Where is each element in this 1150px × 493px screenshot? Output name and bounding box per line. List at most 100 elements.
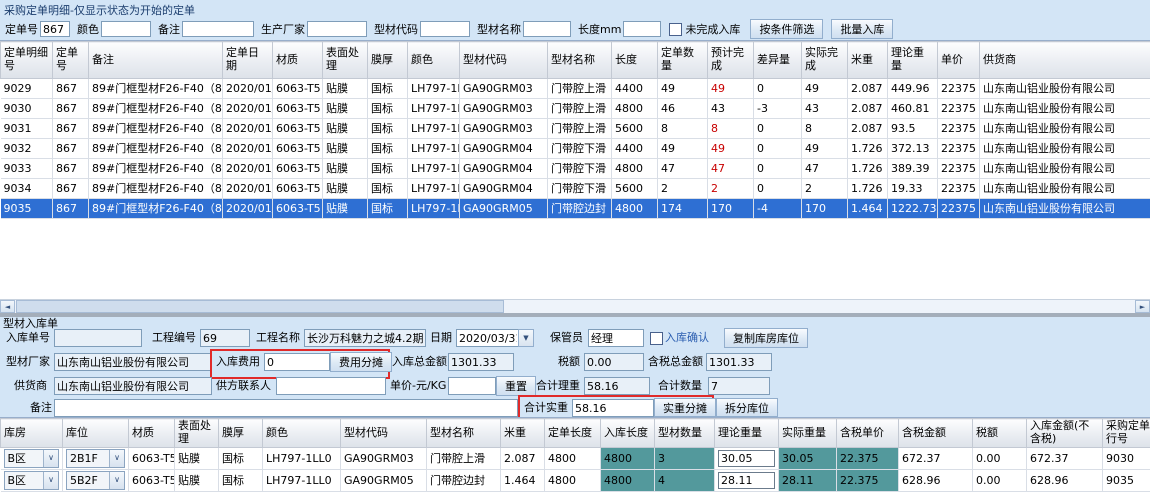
table-row[interactable]: 903386789#门框型材F26-F40（866*867）2020/01/13… [1, 159, 1150, 179]
column-header[interactable]: 实际重量 [779, 419, 837, 448]
column-header[interactable]: 库位 [63, 419, 129, 448]
dropdown-arrow-icon[interactable]: ∨ [109, 450, 124, 467]
column-header[interactable]: 税额 [973, 419, 1027, 448]
cell[interactable]: 2B1F∨ [63, 448, 129, 470]
scrollbar-thumb[interactable] [16, 300, 504, 313]
combo-select[interactable]: 5B2F∨ [66, 471, 125, 490]
column-header[interactable]: 入库金额(不含税) [1027, 419, 1103, 448]
cell[interactable]: B区∨ [1, 470, 63, 492]
cell[interactable]: 28.11 [715, 470, 779, 492]
length-input[interactable] [623, 21, 661, 37]
profile-name-input[interactable] [523, 21, 571, 37]
project-name-field[interactable] [304, 329, 426, 347]
manufacturer-input[interactable] [307, 21, 367, 37]
form-remark-field[interactable] [54, 399, 518, 417]
column-header[interactable]: 入库长度 [601, 419, 655, 448]
column-header[interactable]: 备注 [89, 42, 223, 79]
column-header[interactable]: 膜厚 [219, 419, 263, 448]
table-row[interactable]: 903486789#门框型材F26-F40（866*867）2020/01/13… [1, 179, 1150, 199]
split-location-button[interactable]: 拆分库位 [716, 398, 778, 417]
column-header[interactable]: 理论重量 [888, 42, 938, 79]
profile-code-input[interactable] [420, 21, 470, 37]
dropdown-arrow-icon[interactable]: ∨ [43, 472, 58, 489]
column-header[interactable]: 材质 [129, 419, 175, 448]
tax-field[interactable] [584, 353, 644, 371]
cell[interactable]: B区∨ [1, 448, 63, 470]
color-input[interactable] [101, 21, 151, 37]
date-field[interactable] [456, 329, 520, 347]
column-header[interactable]: 差异量 [754, 42, 802, 79]
table-row[interactable]: 903186789#门框型材F26-F40（866*867）2020/01/13… [1, 119, 1150, 139]
cell[interactable]: 30.05 [715, 448, 779, 470]
column-header[interactable]: 采购定单行号 [1103, 419, 1150, 448]
column-header[interactable]: 颜色 [263, 419, 341, 448]
total-amount-field[interactable] [448, 353, 514, 371]
editable-cell-box[interactable]: 30.05 [718, 450, 775, 467]
scroll-left-icon[interactable]: ◄ [0, 300, 15, 313]
copy-location-button[interactable]: 复制库房库位 [724, 328, 808, 348]
dropdown-arrow-icon[interactable]: ∨ [43, 450, 58, 467]
fee-share-button[interactable]: 费用分摊 [330, 352, 392, 372]
column-header[interactable]: 型材代码 [460, 42, 548, 79]
total-actual-weight-field[interactable] [572, 399, 654, 417]
column-header[interactable]: 型材代码 [341, 419, 427, 448]
column-header[interactable]: 定单日期 [223, 42, 273, 79]
column-header[interactable]: 型材数量 [655, 419, 715, 448]
profile-factory-field[interactable] [54, 353, 212, 371]
column-header[interactable]: 膜厚 [368, 42, 408, 79]
filter-by-condition-button[interactable]: 按条件筛选 [750, 19, 823, 39]
column-header[interactable]: 理论重量 [715, 419, 779, 448]
unfinished-checkbox[interactable] [669, 23, 682, 36]
actual-weight-share-button[interactable]: 实重分摊 [654, 398, 716, 417]
total-qty-field[interactable] [708, 377, 770, 395]
table-row[interactable]: 903286789#门框型材F26-F40（866*867）2020/01/13… [1, 139, 1150, 159]
column-header[interactable]: 定单数量 [658, 42, 708, 79]
column-header[interactable]: 表面处理 [175, 419, 219, 448]
project-no-field[interactable] [200, 329, 250, 347]
reset-button[interactable]: 重置 [496, 376, 536, 396]
column-header[interactable]: 长度 [612, 42, 658, 79]
order-no-input[interactable] [40, 21, 70, 37]
table-row[interactable]: 902986789#门框型材F26-F40（866*867）2020/01/13… [1, 79, 1150, 99]
editable-cell-box[interactable]: 28.11 [718, 472, 775, 489]
calendar-dropdown-icon[interactable]: ▼ [518, 329, 534, 347]
column-header[interactable]: 米重 [501, 419, 545, 448]
cell[interactable]: 5B2F∨ [63, 470, 129, 492]
inbound-confirm-checkbox[interactable] [650, 332, 663, 345]
combo-select[interactable]: B区∨ [4, 471, 60, 490]
total-theory-weight-field[interactable] [584, 377, 650, 395]
column-header[interactable]: 含税金额 [899, 419, 973, 448]
scroll-right-icon[interactable]: ► [1135, 300, 1150, 313]
column-header[interactable]: 供货商 [980, 42, 1150, 79]
inbound-fee-field[interactable] [264, 353, 330, 371]
column-header[interactable]: 单价 [938, 42, 980, 79]
horizontal-scrollbar[interactable]: ◄ ► [0, 299, 1150, 314]
remark-input[interactable] [182, 21, 254, 37]
unit-price-field[interactable] [448, 377, 496, 395]
combo-select[interactable]: 2B1F∨ [66, 449, 125, 468]
dropdown-arrow-icon[interactable]: ∨ [109, 472, 124, 489]
batch-inbound-button[interactable]: 批量入库 [831, 19, 893, 39]
table-row[interactable]: 903086789#门框型材F26-F40（866*867）2020/01/13… [1, 99, 1150, 119]
column-header[interactable]: 型材名称 [427, 419, 501, 448]
column-header[interactable]: 表面处理 [323, 42, 368, 79]
column-header[interactable]: 定单长度 [545, 419, 601, 448]
table-row[interactable]: B区∨2B1F∨6063-T5贴膜国标LH797-1LL0GA90GRM03门带… [1, 448, 1150, 470]
column-header[interactable]: 颜色 [408, 42, 460, 79]
column-header[interactable]: 材质 [273, 42, 323, 79]
column-header[interactable]: 型材名称 [548, 42, 612, 79]
supplier-contact-field[interactable] [276, 377, 386, 395]
column-header[interactable]: 定单号 [53, 42, 89, 79]
table-row[interactable]: B区∨5B2F∨6063-T5贴膜国标LH797-1LL0GA90GRM05门带… [1, 470, 1150, 492]
inbound-no-field[interactable] [54, 329, 142, 347]
column-header[interactable]: 米重 [848, 42, 888, 79]
column-header[interactable]: 预计完成 [708, 42, 754, 79]
keeper-field[interactable] [588, 329, 644, 347]
column-header[interactable]: 含税单价 [837, 419, 899, 448]
column-header[interactable]: 库房 [1, 419, 63, 448]
table-row[interactable]: 903586789#门框型材F26-F40（866*867）2020/01/13… [1, 199, 1150, 219]
column-header[interactable]: 实际完成 [802, 42, 848, 79]
combo-select[interactable]: B区∨ [4, 449, 60, 468]
supplier-field[interactable] [54, 377, 212, 395]
column-header[interactable]: 定单明细号 [1, 42, 53, 79]
